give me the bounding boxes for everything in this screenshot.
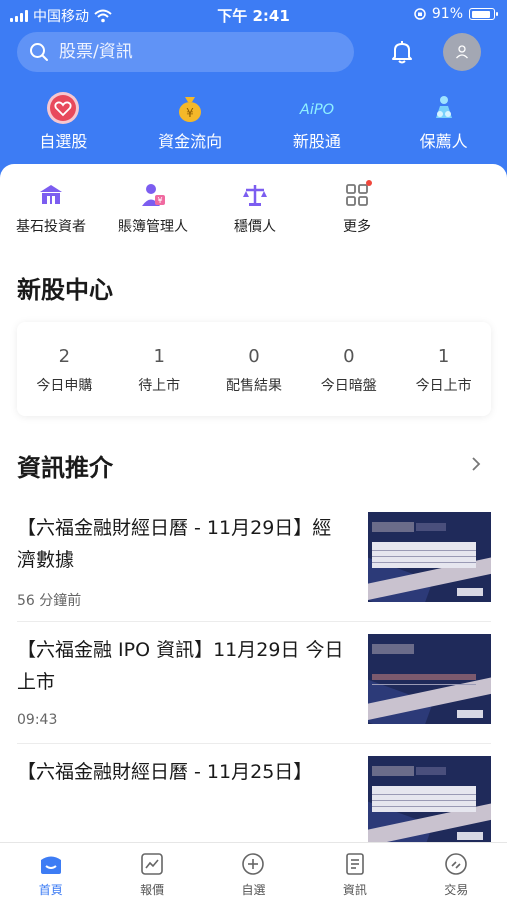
news-item[interactable]: 【六福金融財經日曆 - 11月29日】經濟數據 56 分鐘前 — [17, 500, 491, 622]
tab-watchlist[interactable]: 自選 — [203, 843, 304, 900]
ipo-stat-label: 今日暗盤 — [320, 378, 377, 394]
status-bar: 中国移动 下午 2:41 91% — [0, 0, 507, 30]
sub-nav-label: 賬簿管理人 — [118, 219, 188, 235]
ipo-center-title: 新股中心 — [17, 276, 113, 304]
quick-nav-watchlist[interactable]: 自選股 — [0, 92, 127, 156]
sponsor-icon — [435, 96, 452, 118]
ipo-stat-value: 0 — [343, 346, 355, 367]
news-thumbnail — [368, 512, 491, 602]
ipo-stat-subscribe-today[interactable]: 2 今日申購 — [17, 322, 112, 416]
tab-label: 報價 — [140, 883, 165, 897]
bank-icon — [40, 185, 62, 204]
sub-nav-cornerstone[interactable]: 基石投資者 — [0, 180, 102, 236]
ipo-stat-value: 1 — [153, 346, 165, 367]
quick-nav-capital-flow[interactable]: ¥ 資金流向 — [127, 92, 254, 156]
search-input[interactable] — [59, 42, 319, 62]
quick-nav-label: 保薦人 — [419, 132, 468, 151]
tab-label: 首頁 — [38, 883, 63, 897]
sub-nav-label: 基石投資者 — [16, 219, 86, 235]
tab-quotes[interactable]: 報價 — [101, 843, 202, 900]
content-card: 基石投資者 ¥ 賬簿管理人 穩價人 更多 新股中心 2 今日申購 1 待上市 0… — [0, 164, 507, 900]
user-icon — [456, 45, 468, 59]
notification-button[interactable] — [388, 38, 416, 66]
manager-icon: ¥ — [142, 184, 165, 206]
ipo-stat-pending-listing[interactable]: 1 待上市 — [112, 322, 207, 416]
news-title: 【六福金融財經日曆 - 11月29日】經濟數據 — [17, 517, 332, 571]
avatar[interactable] — [443, 33, 481, 71]
heart-icon — [47, 92, 80, 124]
svg-text:¥: ¥ — [157, 196, 162, 205]
chart-icon — [141, 853, 163, 875]
sub-nav-label: 更多 — [343, 219, 371, 235]
sub-nav-more[interactable]: 更多 — [306, 180, 408, 236]
ipo-stat-value: 0 — [248, 346, 260, 367]
money-bag-icon: ¥ — [179, 97, 202, 122]
bell-icon — [392, 41, 412, 64]
search-bar[interactable] — [17, 32, 354, 72]
news-thumbnail — [368, 756, 491, 846]
quick-nav-label: 資金流向 — [158, 132, 223, 151]
ipo-stat-grey-market[interactable]: 0 今日暗盤 — [301, 322, 396, 416]
tab-label: 自選 — [241, 883, 266, 897]
tab-home[interactable]: 首頁 — [0, 843, 101, 900]
quick-nav: 自選股 ¥ 資金流向 AiPO 新股通 保薦人 — [0, 92, 507, 156]
svg-text:AiPO: AiPO — [299, 101, 334, 118]
ipo-stat-label: 配售結果 — [225, 378, 282, 394]
news-title: 【六福金融 IPO 資訊】11月29日 今日上市 — [17, 639, 344, 693]
aipo-icon: AiPO — [299, 101, 334, 118]
quick-nav-sponsor[interactable]: 保薦人 — [380, 92, 507, 156]
ipo-stat-allotment-results[interactable]: 0 配售結果 — [207, 322, 302, 416]
news-thumbnail — [368, 634, 491, 724]
quick-nav-ipo[interactable]: AiPO 新股通 — [254, 92, 381, 156]
quick-nav-label: 自選股 — [39, 132, 88, 151]
ipo-stat-label: 今日申購 — [36, 378, 93, 394]
tab-bar: 首頁 報價 自選 資訊 交易 — [0, 842, 507, 900]
grid-icon — [346, 184, 368, 206]
scale-icon — [243, 185, 267, 206]
sub-nav-stabilizer[interactable]: 穩價人 — [204, 180, 306, 236]
svg-text:¥: ¥ — [186, 106, 194, 120]
tab-trade[interactable]: 交易 — [406, 843, 507, 900]
news-title: 【六福金融財經日曆 - 11月25日】 — [17, 761, 313, 783]
ipo-stat-value: 1 — [437, 346, 450, 367]
news-icon — [346, 853, 364, 875]
sub-nav: 基石投資者 ¥ 賬簿管理人 穩價人 更多 — [0, 180, 507, 236]
news-item[interactable]: 【六福金融 IPO 資訊】11月29日 今日上市 09:43 — [17, 622, 491, 744]
ipo-stat-label: 待上市 — [138, 378, 181, 394]
sub-nav-label: 穩價人 — [234, 219, 276, 235]
news-section-title: 資訊推介 — [17, 454, 113, 482]
tab-label: 資訊 — [342, 883, 367, 897]
trade-icon — [445, 853, 468, 875]
search-icon — [30, 43, 48, 61]
home-icon — [40, 856, 61, 874]
new-badge — [366, 180, 372, 186]
tab-news[interactable]: 資訊 — [304, 843, 405, 900]
add-circle-icon — [242, 853, 265, 875]
news-time: 09:43 — [17, 712, 58, 728]
news-time: 56 分鐘前 — [17, 593, 82, 609]
orientation-lock-icon — [414, 8, 426, 20]
quick-nav-label: 新股通 — [292, 132, 341, 151]
chevron-right-icon[interactable] — [468, 456, 484, 472]
ipo-stat-value: 2 — [58, 346, 71, 367]
battery-percent: 91% — [431, 6, 463, 22]
ipo-stat-listing-today[interactable]: 1 今日上市 — [396, 322, 491, 416]
sub-nav-bookrunner[interactable]: ¥ 賬簿管理人 — [102, 180, 204, 236]
ipo-stats: 2 今日申購 1 待上市 0 配售結果 0 今日暗盤 1 今日上市 — [17, 322, 491, 416]
tab-label: 交易 — [444, 883, 469, 897]
battery-icon — [469, 8, 498, 20]
ipo-stat-label: 今日上市 — [415, 378, 472, 394]
